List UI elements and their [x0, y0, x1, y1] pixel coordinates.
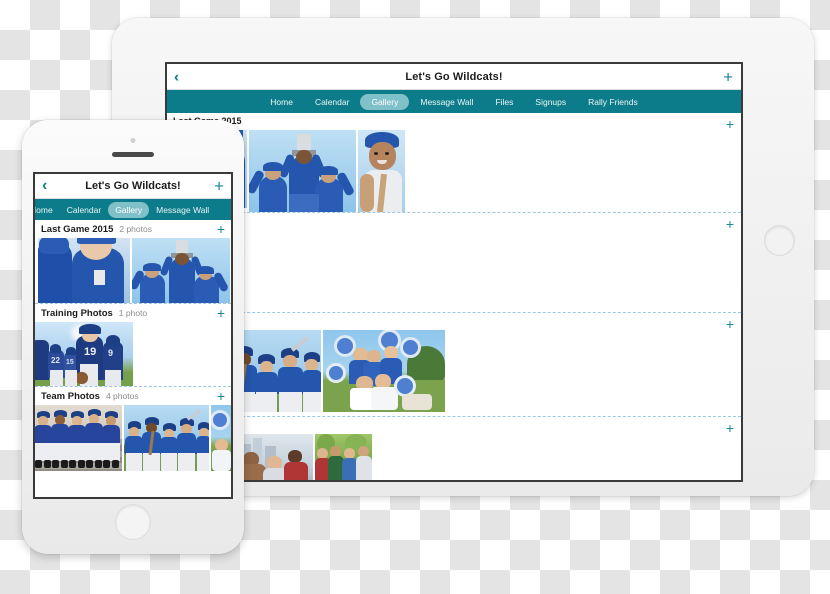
photo-thumbnail[interactable] [132, 238, 230, 303]
section-title: Last Game 2015 [41, 223, 114, 235]
page-title: Let's Go Wildcats! [85, 180, 181, 192]
photo-thumbnail[interactable] [249, 130, 356, 212]
section-photo-count: 2 photos [119, 224, 152, 234]
tab-message-wall[interactable]: Message Wall [149, 202, 216, 218]
phone-navbar: Home Calendar Gallery Message Wall [35, 199, 231, 220]
tab-gallery[interactable]: Gallery [108, 201, 150, 218]
gallery-row[interactable]: Last Game 2015 + [167, 113, 741, 213]
chevron-left-icon[interactable]: ‹ [42, 178, 47, 194]
phone-speaker-grille [112, 152, 154, 157]
photo-thumbnail[interactable] [211, 405, 231, 471]
gallery-row[interactable]: + [167, 313, 741, 417]
plus-icon[interactable]: + [726, 317, 734, 331]
plus-icon[interactable]: + [217, 306, 225, 320]
photo-thumbnail[interactable] [358, 130, 405, 212]
phone-screen: ‹ Let's Go Wildcats! + Home Calendar Gal… [33, 172, 233, 499]
photo-thumbnail[interactable] [315, 434, 372, 480]
tab-rally-friends[interactable]: Rally Friends [577, 94, 649, 110]
phone-device: ‹ Let's Go Wildcats! + Home Calendar Gal… [22, 120, 244, 554]
tablet-gallery-rows: Last Game 2015 + [167, 113, 741, 480]
tablet-navbar: Home Calendar Gallery Message Wall Files… [167, 90, 741, 113]
tablet-home-button[interactable] [764, 225, 795, 256]
gallery-section: Team Photos 4 photos + [35, 387, 231, 471]
photo-thumbnail[interactable]: 19 22 15 9 [35, 322, 133, 386]
gallery-section-header: Training Photos 1 photo + [35, 304, 231, 322]
section-title: Training Photos [41, 307, 113, 319]
tab-message-wall[interactable]: Message Wall [409, 94, 484, 110]
gallery-section: Last Game 2015 2 photos + [35, 220, 231, 304]
section-photo-count: 1 photo [118, 308, 148, 318]
thumbnail-strip: 19 22 15 9 [35, 322, 231, 386]
plus-icon[interactable]: + [214, 178, 224, 195]
thumbnail-strip [35, 405, 231, 471]
tablet-screen: ‹ Let's Go Wildcats! + Home Calendar Gal… [165, 62, 743, 482]
photo-thumbnail[interactable] [239, 434, 313, 480]
gallery-section-header: Team Photos 4 photos + [35, 387, 231, 405]
gallery-row[interactable]: + [167, 417, 741, 480]
phone-camera-icon [130, 138, 136, 143]
tab-calendar[interactable]: Calendar [304, 94, 361, 110]
gallery-section: Training Photos 1 photo + 19 22 15 9 [35, 304, 231, 387]
section-title: Team Photos [41, 390, 100, 402]
photo-thumbnail[interactable] [323, 330, 445, 412]
page-title: Let's Go Wildcats! [405, 70, 503, 83]
section-photo-count: 4 photos [105, 391, 139, 401]
phone-home-button[interactable] [115, 504, 151, 540]
thumbnail-strip [35, 238, 231, 303]
tab-calendar[interactable]: Calendar [60, 202, 109, 218]
phone-titlebar: ‹ Let's Go Wildcats! + [35, 174, 231, 199]
gallery-section-header: Last Game 2015 2 photos + [35, 220, 231, 238]
plus-icon[interactable]: + [726, 421, 734, 435]
plus-icon[interactable]: + [217, 389, 225, 403]
plus-icon[interactable]: + [726, 217, 734, 231]
tab-home[interactable]: Home [35, 202, 60, 218]
screenshot-canvas: ‹ Let's Go Wildcats! + Home Calendar Gal… [0, 0, 830, 594]
chevron-left-icon[interactable]: ‹ [174, 69, 179, 84]
plus-icon[interactable]: + [217, 222, 225, 236]
tab-signups[interactable]: Signups [524, 94, 577, 110]
plus-icon[interactable]: + [723, 68, 733, 85]
gallery-row[interactable]: + [167, 213, 741, 313]
tab-gallery[interactable]: Gallery [360, 93, 410, 110]
plus-icon[interactable]: + [726, 117, 734, 131]
tablet-titlebar: ‹ Let's Go Wildcats! + [167, 64, 741, 90]
tab-files[interactable]: Files [484, 94, 524, 110]
photo-thumbnail[interactable] [124, 405, 210, 471]
photo-thumbnail[interactable] [35, 405, 123, 471]
photo-thumbnail[interactable] [38, 238, 130, 303]
tab-home[interactable]: Home [259, 94, 304, 110]
